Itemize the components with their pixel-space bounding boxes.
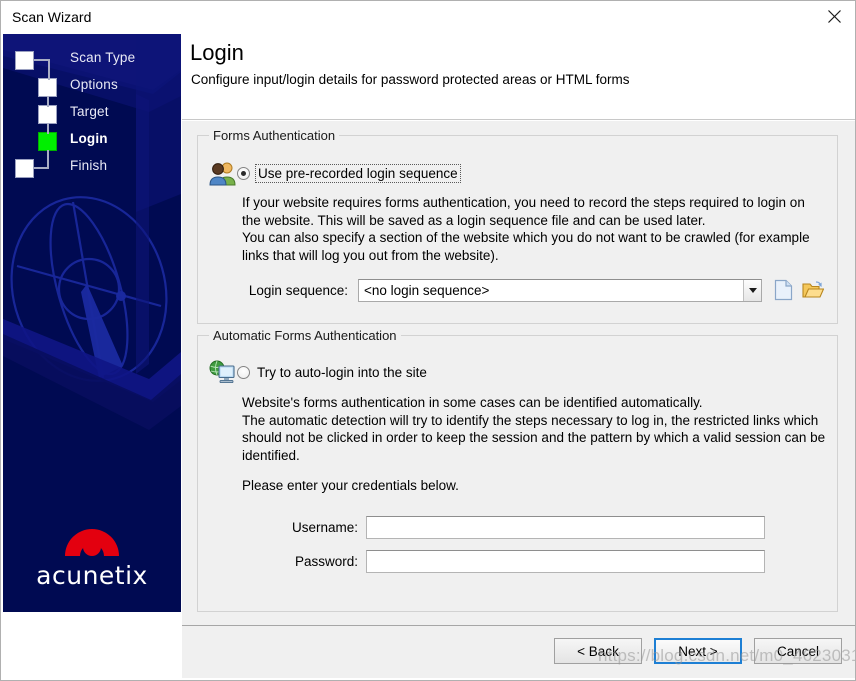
page-subtitle: Configure input/login details for passwo… (191, 72, 630, 87)
step-connector-3 (47, 96, 49, 107)
automatic-forms-authentication-description: Website's forms authentication in some c… (242, 395, 826, 463)
login-sequence-value: <no login sequence> (364, 283, 490, 298)
sidebar-item-finish[interactable]: Finish (70, 158, 107, 173)
scan-wizard-window: Scan Wizard Scan Type Options Target Log… (0, 0, 856, 681)
step-box-target[interactable] (38, 105, 57, 124)
acunetix-mark-icon (65, 529, 119, 556)
page-title: Login (190, 40, 244, 65)
acunetix-logo: acunetix (3, 512, 181, 590)
forms-authentication-group-title: Forms Authentication (209, 128, 340, 143)
login-sequence-select[interactable]: <no login sequence> (358, 279, 762, 302)
automatic-forms-authentication-group-title: Automatic Forms Authentication (209, 328, 401, 343)
username-label: Username: (291, 520, 358, 535)
forms-authentication-group: Forms Authentication Use pre-recorded lo… (197, 128, 838, 324)
automatic-forms-authentication-group: Automatic Forms Authentication Try to au… (197, 328, 838, 612)
try-auto-login-radio-label[interactable]: Try to auto-login into the site (255, 364, 429, 381)
password-label: Password: (294, 554, 358, 569)
cancel-button[interactable]: Cancel (754, 638, 842, 664)
users-icon (209, 160, 237, 186)
step-box-login[interactable] (38, 132, 57, 151)
sidebar-item-login[interactable]: Login (70, 131, 108, 146)
login-sequence-label: Login sequence: (248, 283, 348, 298)
wizard-content: Forms Authentication Use pre-recorded lo… (182, 120, 855, 625)
password-field[interactable] (366, 550, 765, 573)
wizard-footer: < Back Next > Cancel (182, 625, 855, 680)
step-box-options[interactable] (38, 78, 57, 97)
back-button[interactable]: < Back (554, 638, 642, 664)
step-box-finish[interactable] (15, 159, 34, 178)
cancel-button-label: Cancel (776, 643, 820, 659)
acunetix-wordmark: acunetix (36, 561, 148, 590)
step-connector-4 (47, 123, 49, 134)
step-connector-2 (48, 59, 50, 80)
credentials-prompt: Please enter your credentials below. (242, 478, 459, 493)
sidebar-item-scan-type[interactable]: Scan Type (70, 50, 135, 65)
open-folder-icon[interactable] (801, 278, 825, 302)
title-bar: Scan Wizard (1, 1, 855, 34)
page-header: Login Configure input/login details for … (182, 34, 855, 120)
chevron-down-icon[interactable] (743, 280, 761, 301)
next-button-label: Next > (678, 643, 718, 659)
new-file-icon[interactable] (771, 278, 795, 302)
try-auto-login-radio[interactable] (237, 365, 250, 379)
use-prerecorded-radio[interactable] (237, 166, 250, 180)
step-box-scan-type[interactable] (15, 51, 34, 70)
try-auto-login-row[interactable]: Try to auto-login into the site (209, 359, 429, 385)
use-prerecorded-radio-label[interactable]: Use pre-recorded login sequence (255, 163, 461, 183)
close-icon[interactable] (811, 1, 855, 32)
sidebar-item-options[interactable]: Options (70, 77, 118, 92)
next-button[interactable]: Next > (654, 638, 742, 664)
window-bottom-edge (1, 678, 855, 680)
use-prerecorded-login-sequence-row[interactable]: Use pre-recorded login sequence (209, 160, 461, 186)
globe-monitor-icon (209, 359, 237, 385)
forms-authentication-description: If your website requires forms authentic… (242, 195, 810, 263)
wizard-sidebar: Scan Type Options Target Login Finish ac… (3, 34, 181, 612)
window-title: Scan Wizard (12, 9, 92, 25)
username-field[interactable] (366, 516, 765, 539)
step-connector-6 (34, 167, 49, 169)
back-button-label: < Back (577, 643, 619, 659)
wizard-steps: Scan Type Options Target Login Finish (3, 34, 181, 179)
sidebar-item-target[interactable]: Target (70, 104, 109, 119)
